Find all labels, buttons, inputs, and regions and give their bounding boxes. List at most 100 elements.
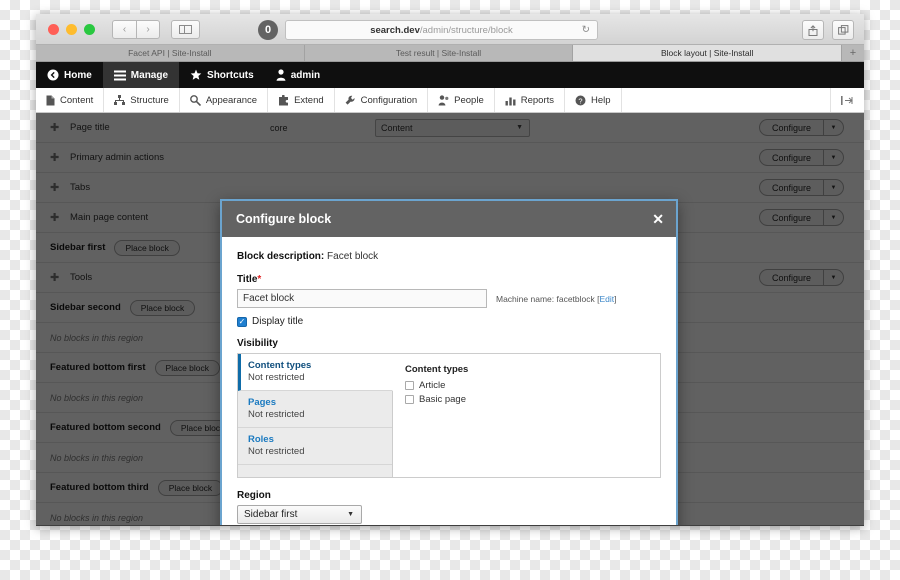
menu-collapse-button[interactable] [830, 88, 864, 112]
content-type-option-basic-page[interactable]: Basic page [405, 394, 648, 405]
admin-bar-item-shortcuts[interactable]: Shortcuts [179, 62, 265, 88]
brush-icon [190, 95, 201, 106]
new-tab-button[interactable]: + [842, 45, 864, 61]
menu-label-extend: Extend [294, 95, 324, 106]
menu-label-people: People [454, 95, 484, 106]
menu-label-structure: Structure [130, 95, 169, 106]
title-label-text: Title [237, 274, 257, 285]
basic-page-checkbox[interactable] [405, 395, 414, 404]
region-field-label: Region [237, 490, 661, 501]
admin-bar-item-account[interactable]: admin [265, 62, 331, 88]
browser-window: ‹ › 0 search.dev/admin/structure/block ↻ [36, 14, 864, 526]
tabs-overview-icon[interactable] [832, 20, 854, 40]
browser-tab-2[interactable]: Block layout | Site-Install [573, 45, 842, 61]
region-select[interactable]: Sidebar first ▼ [237, 505, 362, 524]
url-path: /admin/structure/block [420, 25, 513, 36]
title-field-label: Title* [237, 274, 661, 285]
required-marker: * [257, 274, 261, 285]
share-glyph [808, 25, 818, 36]
content-type-option-article[interactable]: Article [405, 380, 648, 391]
visibility-tab-content-types[interactable]: Content types Not restricted [238, 354, 393, 391]
url-host: search.dev [370, 25, 420, 36]
wrench-icon [345, 95, 356, 106]
maximize-window-button[interactable] [84, 24, 95, 35]
menu-label-appearance: Appearance [206, 95, 257, 106]
region-select-value: Sidebar first [244, 509, 297, 520]
menu-label-configuration: Configuration [361, 95, 418, 106]
admin-bar-item-manage[interactable]: Manage [103, 62, 179, 88]
article-label: Article [419, 380, 445, 391]
star-icon [190, 69, 202, 81]
svg-text:?: ? [578, 96, 582, 105]
sidebar-icon [179, 25, 192, 34]
user-icon [276, 69, 286, 81]
visibility-tab-status: Not restricted [248, 372, 383, 383]
collapse-icon [841, 96, 854, 105]
shield-icon[interactable]: 0 [258, 20, 278, 40]
title-input[interactable]: Facet block [237, 289, 487, 308]
visibility-pane-title: Content types [405, 364, 648, 375]
display-title-row[interactable]: ✓ Display title [237, 316, 661, 327]
forward-button[interactable]: › [136, 20, 160, 39]
toolbar-right-buttons [802, 20, 854, 40]
reload-icon[interactable]: ↻ [582, 25, 590, 36]
menu-label-content: Content [60, 95, 93, 106]
basic-page-label: Basic page [419, 394, 466, 405]
back-button[interactable]: ‹ [112, 20, 136, 39]
admin-bar-label-shortcuts: Shortcuts [207, 70, 254, 81]
menu-item-configuration[interactable]: Configuration [335, 88, 429, 112]
machine-name-suffix: ] [614, 294, 616, 304]
drupal-menu-bar: Content Structure Appearance Extend [36, 88, 864, 113]
menu-item-reports[interactable]: Reports [495, 88, 565, 112]
visibility-tab-list: Content types Not restricted Pages Not r… [238, 354, 393, 477]
block-description: Block description: Facet block [237, 251, 661, 262]
visibility-tab-roles[interactable]: Roles Not restricted [238, 428, 392, 465]
block-layout-content: ✚ Page title core Content ▼ Configure ▼ [36, 113, 864, 525]
visibility-panel: Content types Not restricted Pages Not r… [237, 353, 661, 478]
menu-item-help[interactable]: ? Help [565, 88, 622, 112]
article-checkbox[interactable] [405, 381, 414, 390]
display-title-label: Display title [252, 316, 303, 327]
menu-label-help: Help [591, 95, 611, 106]
share-icon[interactable] [802, 20, 824, 40]
address-bar[interactable]: search.dev/admin/structure/block ↻ [285, 20, 598, 40]
visibility-tab-name: Pages [248, 397, 383, 408]
home-back-icon [47, 69, 59, 81]
question-icon: ? [575, 95, 586, 106]
file-icon [46, 95, 55, 106]
machine-name-prefix: Machine name: facetblock [ [496, 294, 599, 304]
dialog-body: Block description: Facet block Title* Fa… [222, 237, 676, 525]
minimize-window-button[interactable] [66, 24, 77, 35]
browser-tab-1[interactable]: Test result | Site-Install [305, 45, 574, 61]
bars-icon [505, 95, 516, 106]
display-title-checkbox[interactable]: ✓ [237, 317, 247, 327]
machine-name-edit-link[interactable]: Edit [599, 294, 614, 304]
menu-item-people[interactable]: People [428, 88, 495, 112]
chevron-down-icon: ▼ [347, 511, 354, 518]
menu-item-structure[interactable]: Structure [104, 88, 180, 112]
menu-item-appearance[interactable]: Appearance [180, 88, 268, 112]
people-icon [438, 95, 449, 106]
title-field-row: Facet block Machine name: facetblock [Ed… [237, 289, 661, 308]
browser-toolbar: ‹ › 0 search.dev/admin/structure/block ↻ [36, 14, 864, 45]
admin-bar-item-home[interactable]: Home [36, 62, 103, 88]
visibility-tab-pages[interactable]: Pages Not restricted [238, 391, 392, 428]
configure-block-dialog: Configure block ✕ Block description: Fac… [220, 199, 678, 525]
structure-icon [114, 95, 125, 106]
browser-tab-0[interactable]: Facet API | Site-Install [36, 45, 305, 61]
menu-label-reports: Reports [521, 95, 554, 106]
block-description-value: Facet block [327, 251, 378, 262]
visibility-pane: Content types Article Basic page [393, 354, 660, 477]
close-window-button[interactable] [48, 24, 59, 35]
visibility-tab-name: Content types [248, 360, 383, 371]
admin-bar-label-home: Home [64, 70, 92, 81]
block-description-label: Block description: [237, 251, 324, 262]
menu-item-extend[interactable]: Extend [268, 88, 335, 112]
sidebar-toggle-button[interactable] [171, 20, 200, 39]
tabs-glyph [838, 25, 849, 35]
menu-item-content[interactable]: Content [36, 88, 104, 112]
puzzle-icon [278, 95, 289, 106]
close-icon[interactable]: ✕ [652, 212, 664, 226]
visibility-tab-status: Not restricted [248, 446, 383, 457]
drupal-admin-bar: Home Manage Shortcuts admin [36, 62, 864, 88]
